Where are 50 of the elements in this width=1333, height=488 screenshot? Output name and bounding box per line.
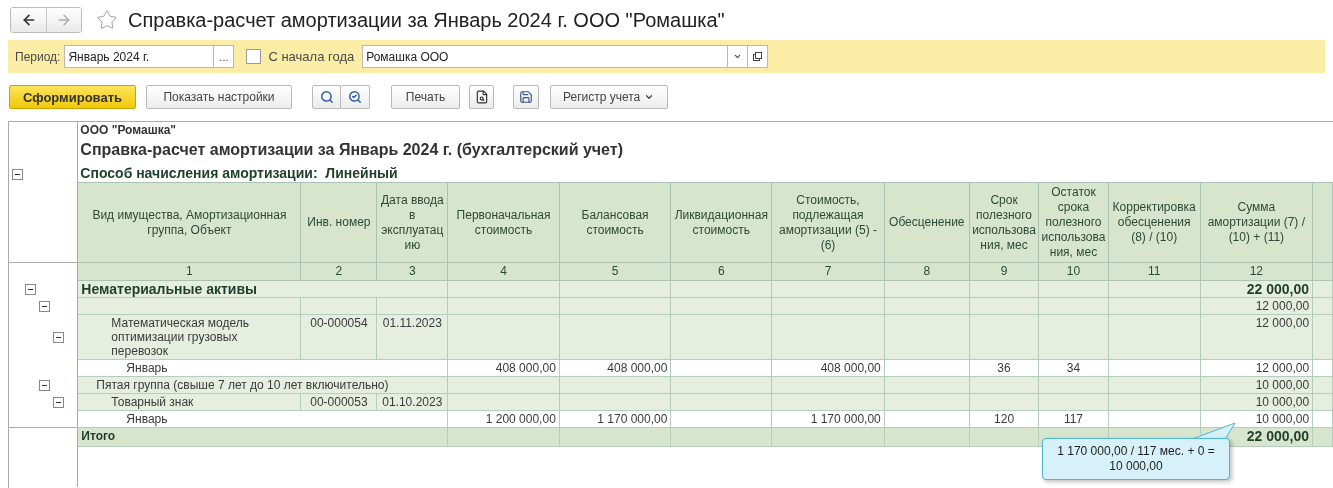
period-field[interactable]: Январь 2024 г. bbox=[64, 45, 215, 68]
window-title: Справка-расчет амортизации за Январь 2024 г. ООО "Ромашка" bbox=[128, 8, 725, 32]
column-header: Ликвидационная стоимость bbox=[670, 182, 772, 263]
column-header: Инв. номер bbox=[301, 182, 377, 263]
column-header: Обесценение bbox=[884, 182, 970, 263]
caret-icon bbox=[644, 92, 655, 102]
choose-period-button[interactable]: ... bbox=[214, 45, 235, 68]
collapse-button[interactable] bbox=[39, 300, 50, 312]
report-organization: ООО "Ромашка" bbox=[80, 123, 177, 137]
star-icon[interactable] bbox=[96, 9, 118, 31]
column-header: Дата ввода в эксплуатацию bbox=[376, 182, 448, 263]
register-dropdown[interactable]: Регистр учета bbox=[550, 85, 668, 109]
column-header: Балансовая стоимость bbox=[559, 182, 671, 263]
column-header: Стоимость, подлежащая амортизации (5) - (6) bbox=[771, 182, 885, 263]
collapse-button[interactable] bbox=[25, 283, 36, 295]
column-header: Первоначальная стоимость bbox=[447, 182, 560, 263]
search-button[interactable] bbox=[312, 85, 341, 109]
table-cell: 01.11.2023 bbox=[376, 314, 448, 360]
arrow-right-icon bbox=[56, 12, 72, 28]
windows-icon bbox=[753, 52, 763, 61]
preview-button[interactable] bbox=[469, 85, 494, 109]
collapse-button[interactable] bbox=[53, 396, 64, 408]
period-label: Период: bbox=[15, 49, 61, 64]
collapse-button[interactable] bbox=[53, 331, 64, 343]
checkbox[interactable] bbox=[246, 49, 262, 64]
open-button[interactable] bbox=[748, 45, 769, 68]
generate-button[interactable]: Сформировать bbox=[9, 85, 136, 109]
column-header: Остаток срока полезного использования, мес bbox=[1038, 182, 1109, 263]
column-header: Сумма амортизации (7) / (10) + (11) bbox=[1200, 182, 1313, 263]
table-cell: 00-000054 bbox=[301, 314, 377, 360]
report-title: Справка-расчет амортизации за Январь 2024 г. (бухгалтерский учет) bbox=[80, 141, 623, 158]
settings-button[interactable]: Показать настройки bbox=[146, 85, 292, 109]
search-next-button[interactable] bbox=[341, 85, 370, 109]
organization-field[interactable]: Ромашка ООО bbox=[362, 45, 729, 68]
report-subtitle: Способ начисления амортизации: Линейный bbox=[80, 165, 398, 181]
column-header: Корректировка обесценения (8) / (10) bbox=[1108, 182, 1201, 263]
column-header: Срок полезного использования, мес bbox=[969, 182, 1039, 263]
search-icon bbox=[319, 90, 334, 104]
table-cell: 12 000,00 bbox=[1200, 314, 1313, 360]
print-button[interactable]: Печать bbox=[391, 85, 460, 109]
checkbox-label: С начала года bbox=[268, 49, 355, 64]
back-button[interactable] bbox=[11, 8, 46, 32]
column-header: Вид имущества, Амортизационная группа, Объект bbox=[77, 182, 301, 263]
row-label: Математическая модель оптимизации грузовых перевозок bbox=[77, 314, 301, 360]
collapse-button[interactable] bbox=[39, 379, 50, 391]
collapse-button[interactable] bbox=[12, 168, 23, 180]
search-next-icon bbox=[348, 90, 362, 104]
caret-icon bbox=[733, 52, 743, 61]
save-button[interactable] bbox=[513, 85, 539, 109]
document-search-icon bbox=[474, 90, 489, 104]
